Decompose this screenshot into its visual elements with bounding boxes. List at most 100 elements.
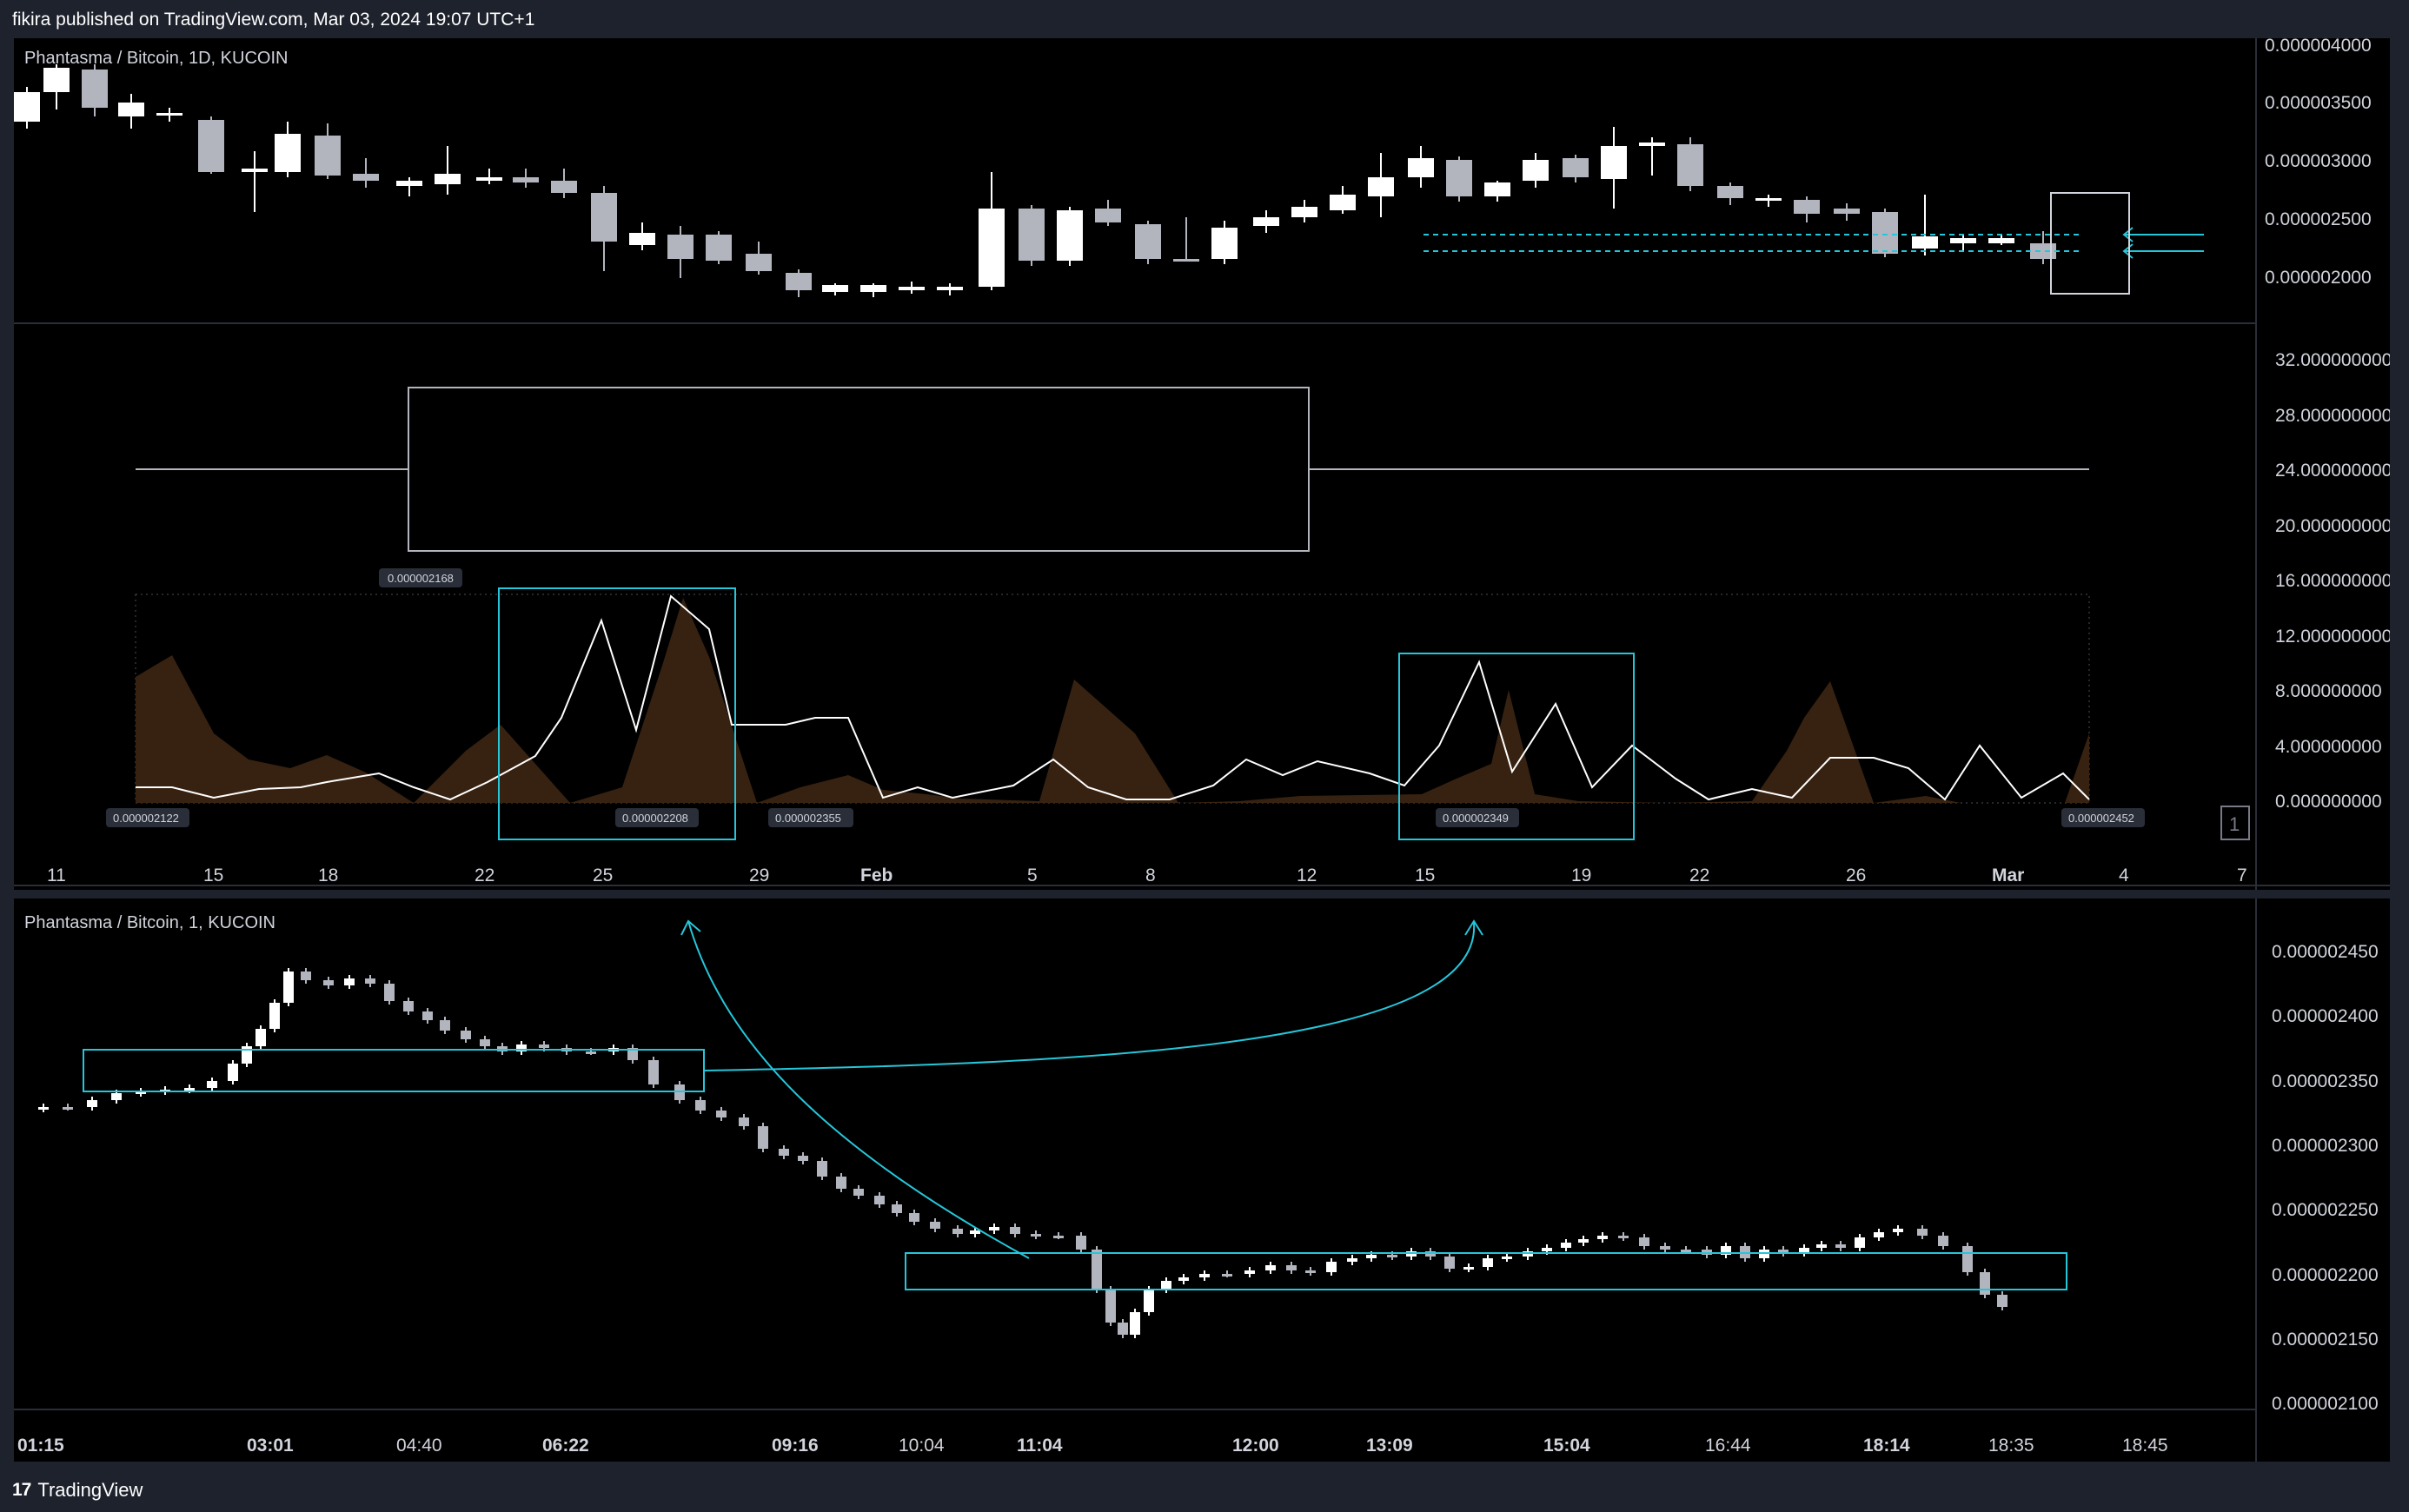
candle-body [1178, 1277, 1189, 1281]
candle-body [1076, 1236, 1086, 1250]
date-tick: 15 [203, 865, 223, 885]
time-tick: 01:15 [17, 1436, 64, 1456]
candle-body [952, 1229, 963, 1234]
bottom-chart-canvas[interactable]: 0.000002450 0.000002400 0.000002350 0.00… [14, 899, 2390, 1462]
value-label: 0.000002208 [622, 812, 688, 825]
candle-body [1639, 143, 1665, 146]
price-tick: 0.000004000 [2265, 38, 2372, 56]
candle-body [207, 1081, 217, 1088]
candle-body [63, 1107, 73, 1110]
candle-body [461, 1031, 471, 1039]
candle-body [1265, 1265, 1276, 1270]
value-label: 0.000002355 [775, 812, 841, 825]
candle-body [1997, 1295, 2008, 1307]
highlight-box [2050, 192, 2130, 295]
candle-body [1173, 259, 1199, 262]
candle-body [476, 177, 502, 181]
time-tick: 18:45 [2122, 1436, 2168, 1456]
price-tick: 0.000002100 [2272, 1394, 2379, 1414]
candle-body [892, 1204, 902, 1213]
candle-body [1366, 1255, 1377, 1258]
bottom-chart-pane[interactable]: Phantasma / Bitcoin, 1, KUCOIN 0.0000024… [14, 899, 2390, 1462]
date-tick: 22 [1689, 865, 1709, 885]
volume-area [136, 598, 2089, 803]
candle-body [1092, 1250, 1102, 1290]
candle-body [256, 1029, 266, 1046]
candle-body [629, 233, 655, 245]
candle-body [1130, 1312, 1140, 1335]
price-tick: 0.000002350 [2272, 1071, 2379, 1091]
candle-body [1222, 1274, 1232, 1277]
time-tick: 03:01 [247, 1436, 294, 1456]
top-chart-canvas[interactable]: 0.000004000 0.000003500 0.000003000 0.00… [14, 38, 2390, 890]
candle-body [1681, 1250, 1691, 1252]
price-tick: 0.000003500 [2265, 93, 2372, 113]
candle-body [909, 1213, 919, 1222]
candle-body [1305, 1270, 1316, 1273]
candle-body [1717, 186, 1743, 198]
candle-body [716, 1111, 727, 1117]
candle-body [87, 1100, 97, 1107]
date-tick: 25 [593, 865, 613, 885]
candle-body [1938, 1236, 1948, 1246]
candle-body [184, 1088, 195, 1091]
candle-body [1563, 158, 1589, 177]
date-tick: 26 [1846, 865, 1866, 885]
candle-body [396, 181, 422, 186]
candle-body [1660, 1246, 1670, 1250]
date-tick: 12 [1297, 865, 1317, 885]
candle-body [695, 1100, 706, 1111]
candle-body [1834, 209, 1860, 214]
candle-body [1330, 195, 1356, 210]
date-tick: 22 [474, 865, 494, 885]
candle-body [798, 1156, 808, 1161]
tradingview-footer[interactable]: 17 TradingView [12, 1477, 143, 1503]
candle-body [323, 980, 334, 985]
candle-body [1446, 160, 1472, 196]
time-tick: 12:00 [1232, 1436, 1279, 1456]
pane-badge-label: 1 [2229, 813, 2240, 835]
date-tick: 29 [749, 865, 769, 885]
price-tick: 0.000002000 [2265, 268, 2372, 288]
candle-body [1561, 1243, 1571, 1248]
candle-body [937, 287, 963, 290]
candle-body [1019, 209, 1045, 261]
candle-body [384, 984, 395, 1001]
candle-body [1144, 1290, 1154, 1312]
candle-body [440, 1020, 450, 1031]
candle-body [817, 1161, 827, 1177]
candle-body [275, 134, 301, 172]
candle-body [1326, 1262, 1337, 1272]
date-tick: 7 [2237, 865, 2247, 885]
date-tick: 18 [318, 865, 338, 885]
candle-body [539, 1044, 549, 1048]
candle-body [118, 103, 144, 116]
price-tick: 0.000002200 [2272, 1265, 2379, 1285]
top-chart-pane[interactable]: Phantasma / Bitcoin, 1D, KUCOIN 0.000004… [14, 38, 2390, 890]
osc-tick: 28.000000000 [2275, 406, 2390, 426]
candle-body [1031, 1234, 1041, 1237]
candle-body [1872, 212, 1898, 254]
osc-tick: 24.000000000 [2275, 461, 2390, 481]
time-tick: 09:16 [772, 1436, 819, 1456]
time-tick: 15:04 [1543, 1436, 1590, 1456]
tradingview-logo-icon: 17 [12, 1480, 31, 1500]
candle-body [853, 1189, 864, 1196]
time-tick: 13:09 [1366, 1436, 1413, 1456]
candle-body [551, 181, 577, 193]
candle-body [38, 1107, 49, 1110]
candle-body [1855, 1237, 1865, 1248]
candle-body [1601, 146, 1627, 179]
candle-body [513, 177, 539, 182]
candle-body [1118, 1323, 1128, 1335]
date-tick: 11 [47, 865, 66, 885]
candle-body [14, 92, 40, 122]
date-tick: Feb [860, 865, 893, 885]
candle-body [1253, 217, 1279, 226]
candle-body [1912, 236, 1938, 249]
date-tick: 19 [1571, 865, 1591, 885]
candle-body [1816, 1244, 1827, 1248]
candle-body [1408, 158, 1434, 177]
candle-body [82, 70, 108, 108]
candle-body [1755, 198, 1782, 201]
